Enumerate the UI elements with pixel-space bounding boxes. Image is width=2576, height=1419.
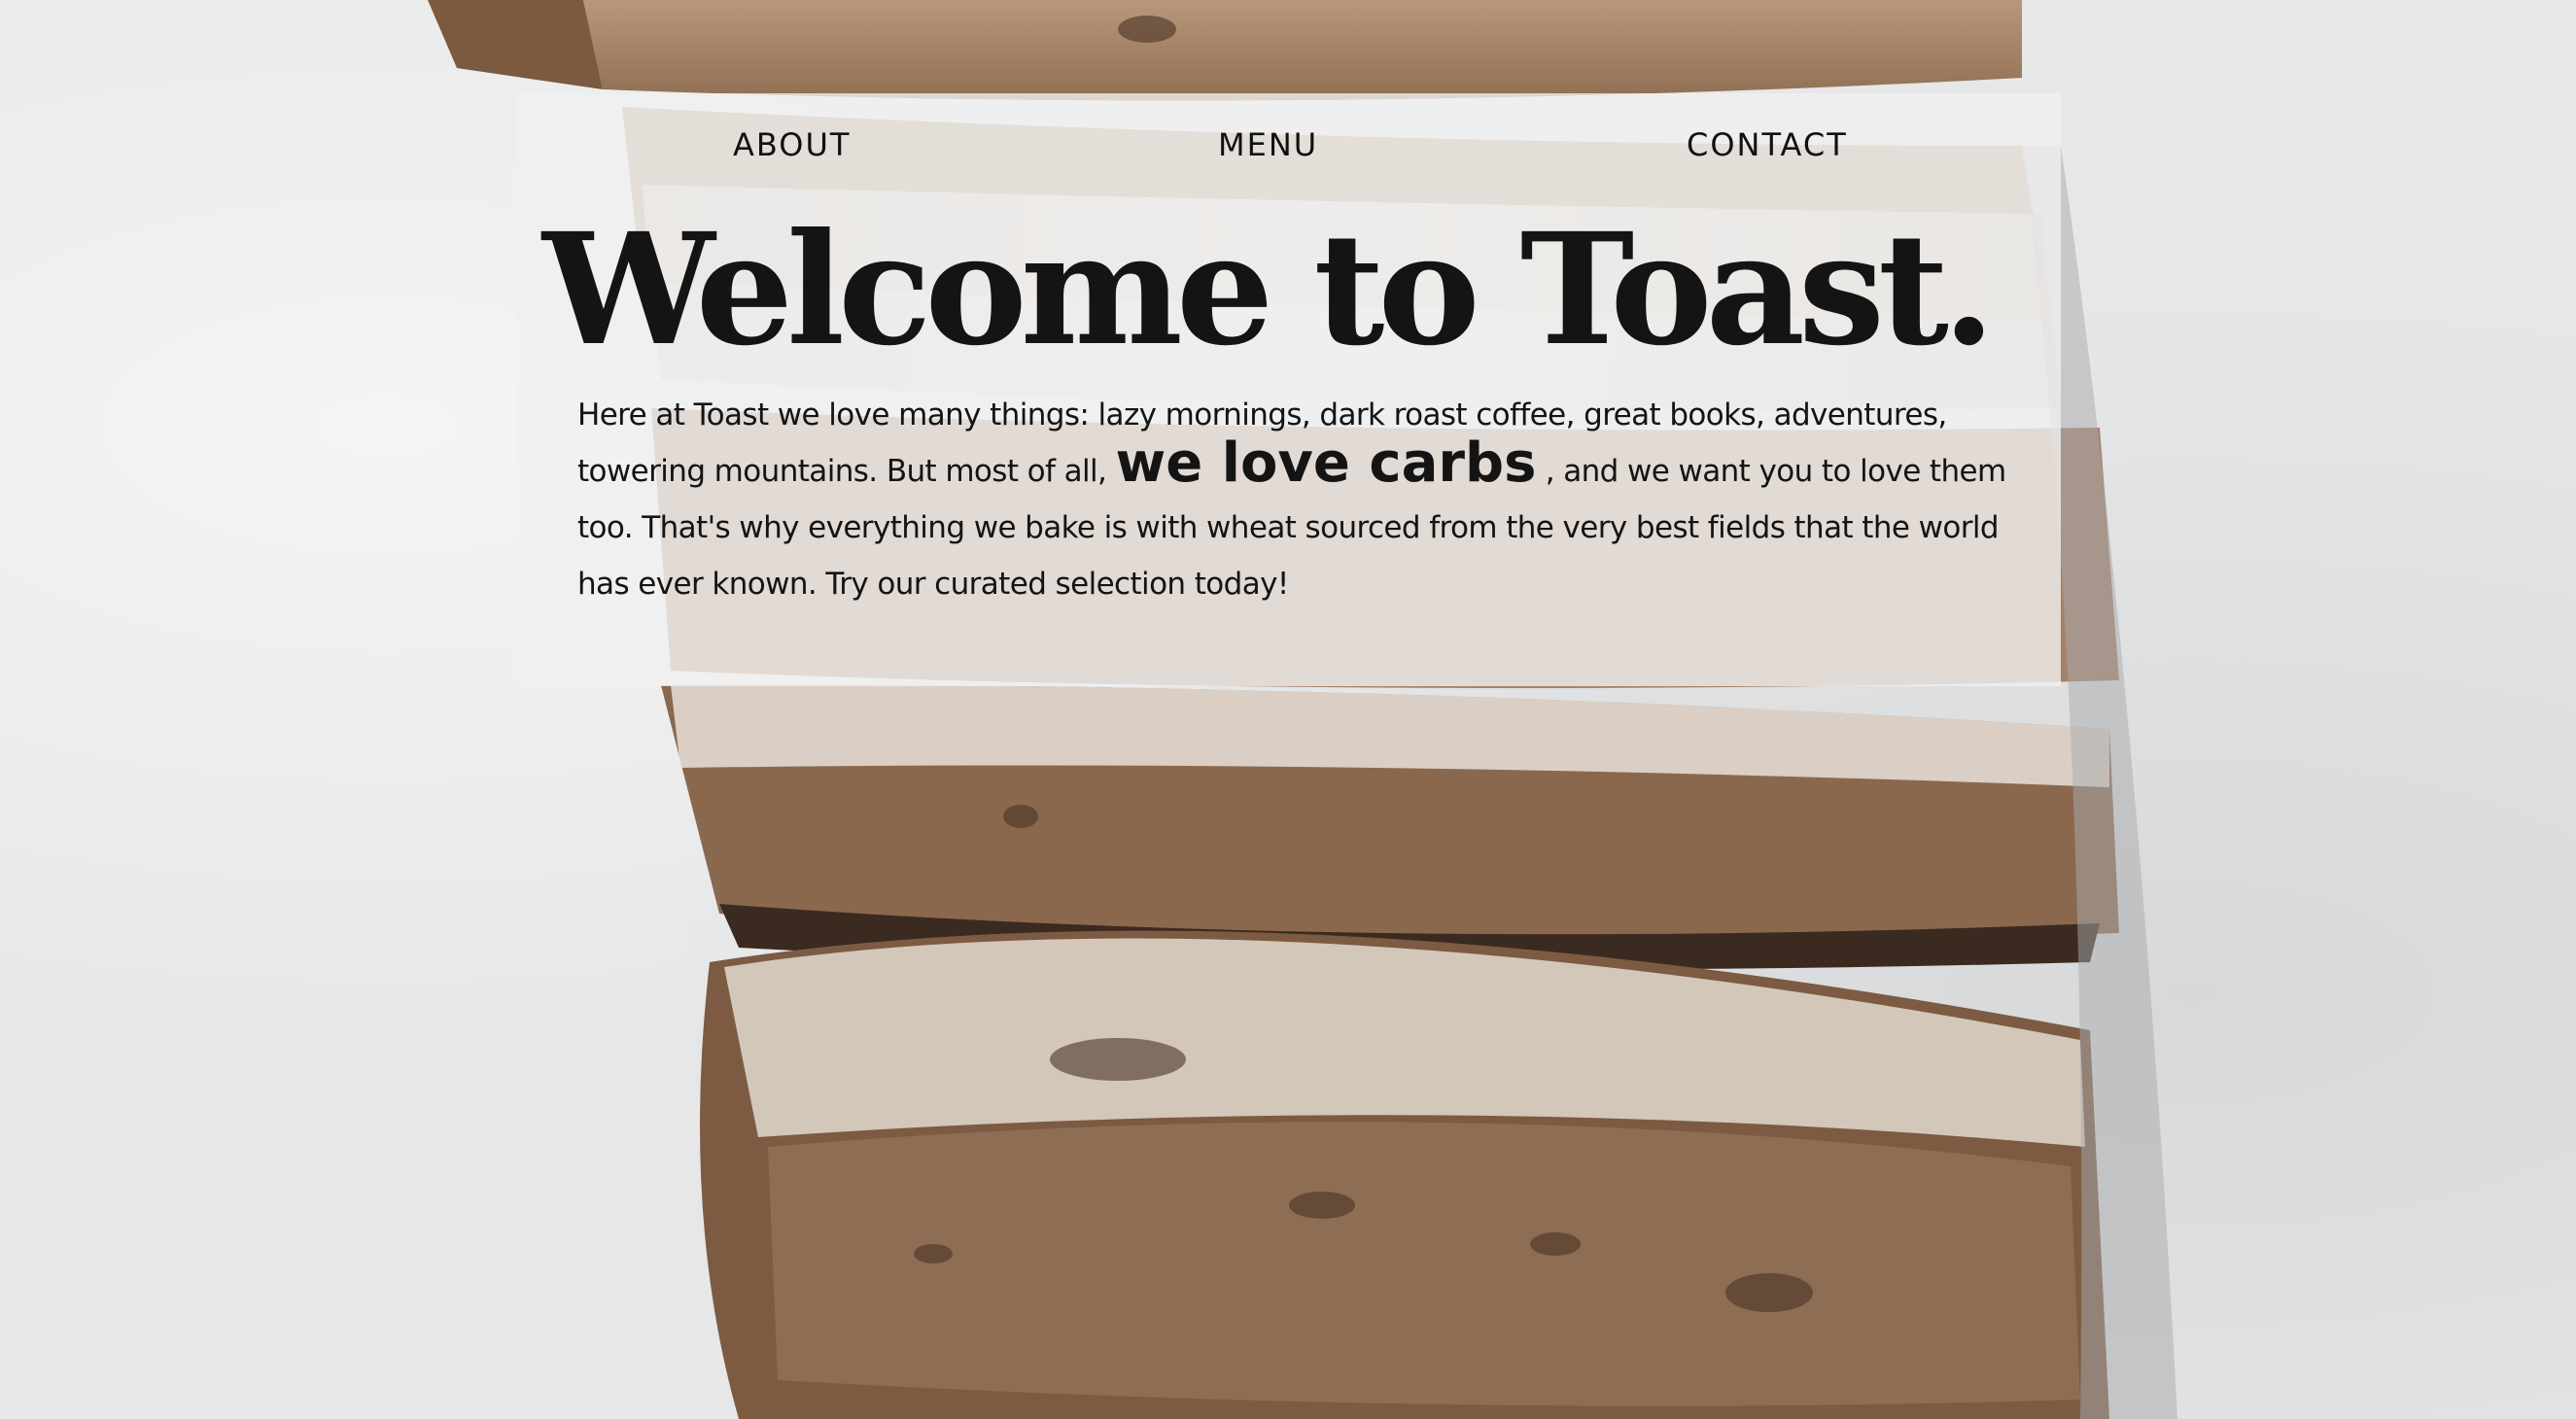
- emphasis-text: we love carbs: [1115, 432, 1537, 495]
- nav-link-menu[interactable]: MENU: [1218, 126, 1318, 163]
- intro-paragraph: Here at Toast we love many things: lazy …: [577, 387, 2006, 612]
- nav-link-contact[interactable]: CONTACT: [1687, 126, 1848, 163]
- intro-panel: ABOUT MENU CONTACT Welcome to Toast. Her…: [517, 93, 2061, 686]
- page-title: Welcome to Toast.: [542, 200, 1996, 380]
- bread-crust: [428, 0, 603, 89]
- top-navigation: ABOUT MENU CONTACT: [517, 93, 2061, 200]
- bread-crumb: [768, 1122, 2080, 1406]
- nav-link-about[interactable]: ABOUT: [733, 126, 851, 163]
- bread-slice: [583, 0, 2022, 101]
